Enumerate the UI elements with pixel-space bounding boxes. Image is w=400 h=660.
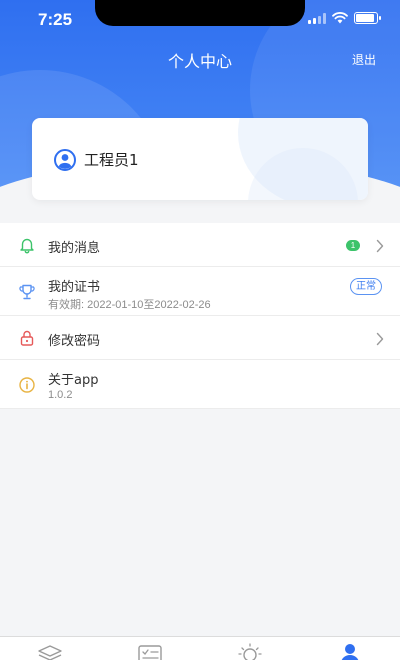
- menu-item-label: 我的消息: [48, 241, 101, 256]
- menu-item-label: 我的证书: [48, 280, 101, 295]
- tab-user[interactable]: [336, 643, 364, 660]
- device-notch: [95, 0, 305, 26]
- trophy-icon: [18, 283, 36, 301]
- lock-icon: [18, 329, 36, 347]
- page-title: 个人中心: [167, 52, 232, 71]
- status-bar: 7:25: [0, 0, 400, 40]
- info-icon: [18, 376, 36, 394]
- user-avatar-icon: [54, 149, 76, 171]
- battery-icon: [354, 12, 381, 24]
- status-icons: [308, 12, 381, 24]
- tab-bar: [0, 636, 400, 660]
- certificate-status-badge: 正常: [350, 278, 382, 295]
- certificate-validity: 有效期: 2022-01-10至2022-02-26: [48, 299, 211, 311]
- app-version: 1.0.2: [48, 389, 73, 401]
- bell-icon: [18, 236, 36, 254]
- chevron-right-icon: [376, 238, 384, 253]
- menu-item-certificate[interactable]: 我的证书 有效期: 2022-01-10至2022-02-26 正常: [0, 267, 400, 316]
- unread-count-badge: 1: [346, 240, 360, 251]
- menu-item-messages[interactable]: 我的消息 1: [0, 223, 400, 267]
- layers-icon: [38, 645, 62, 660]
- menu-item-about[interactable]: 关于app 1.0.2: [0, 360, 400, 409]
- menu-item-label: 修改密码: [48, 334, 101, 349]
- signal-icon: [308, 12, 326, 24]
- wifi-icon: [332, 12, 348, 24]
- menu-item-change-password[interactable]: 修改密码: [0, 316, 400, 360]
- profile-card: 工程员1: [32, 118, 368, 200]
- chevron-right-icon: [376, 331, 384, 346]
- username: 工程员1: [84, 151, 139, 169]
- bulb-icon: [238, 643, 262, 660]
- tab-bulb[interactable]: [236, 643, 264, 660]
- status-time: 7:25: [38, 10, 73, 29]
- user-icon: [341, 644, 359, 660]
- checklist-icon: [138, 645, 162, 660]
- tab-layers[interactable]: [36, 643, 64, 660]
- menu-list: 我的消息 1 我的证书 有效期: 2022-01-10至2022-02-26 正…: [0, 223, 400, 409]
- tab-checklist[interactable]: [136, 643, 164, 660]
- logout-button[interactable]: 退出: [352, 51, 376, 68]
- menu-item-label: 关于app: [48, 373, 99, 388]
